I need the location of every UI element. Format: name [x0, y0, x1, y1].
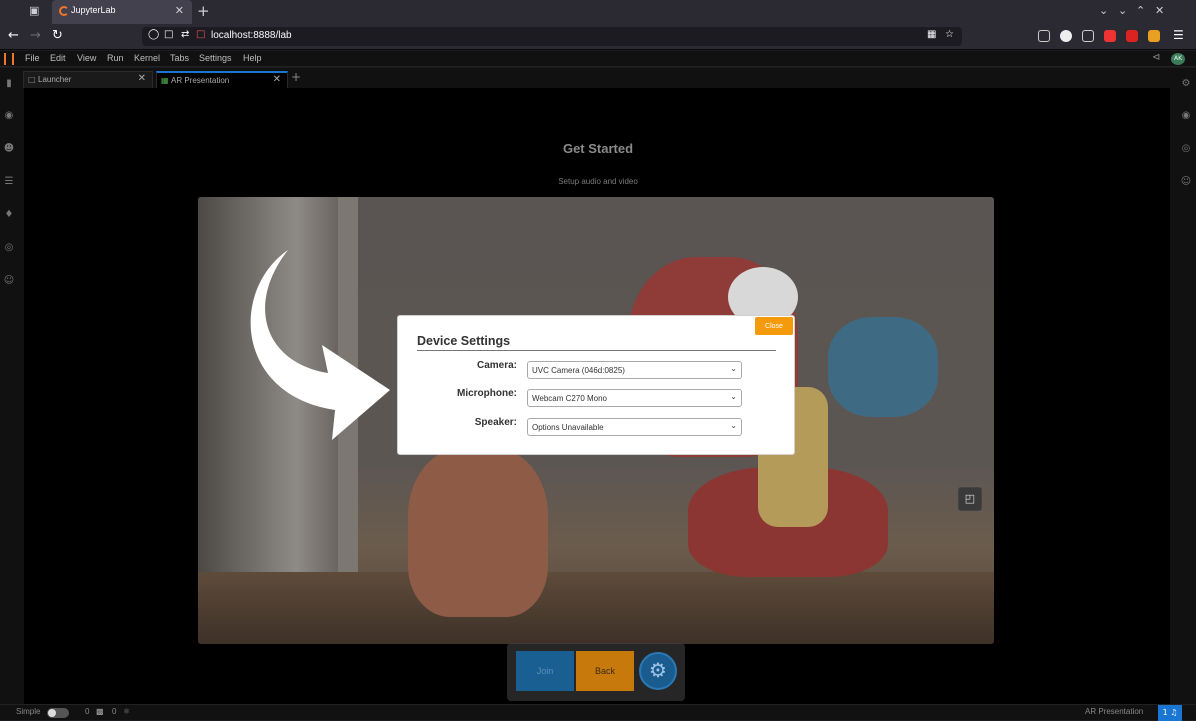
ar-presentation-icon: ▦: [161, 76, 169, 85]
jupyterlab-menubar: File Edit View Run Kernel Tabs Settings …: [0, 51, 1196, 67]
settings-gear-button[interactable]: ⚙: [639, 652, 677, 690]
camera-in-use-icon[interactable]: □: [196, 29, 205, 40]
pocket-icon[interactable]: [1038, 30, 1050, 42]
bookmark-star-icon[interactable]: ☆: [945, 29, 954, 40]
presentation-controls: Join Back ⚙: [507, 643, 685, 701]
notifications-button[interactable]: 1 ♫: [1158, 705, 1182, 721]
tab-launcher-label: Launcher: [38, 75, 72, 84]
ar-scan-icon[interactable]: ◎: [2, 242, 16, 253]
preview-clay-figure: [408, 447, 548, 617]
device-settings-dialog: Close Device Settings Camera: UVC Camera…: [397, 315, 795, 455]
bell-icon: ♫: [1170, 708, 1178, 717]
kernel-count[interactable]: 0: [112, 707, 116, 716]
window-close-icon[interactable]: ✕: [1155, 4, 1164, 17]
browser-tabstrip: ▣ JupyterLab ✕ + ⌄ ⌄ ⌃ ✕: [0, 0, 1196, 24]
speaker-select-value: Options Unavailable: [532, 423, 604, 432]
running-sessions-icon[interactable]: ◉: [2, 110, 16, 121]
microphone-select-value: Webcam C270 Mono: [532, 394, 607, 403]
dialog-divider: [417, 350, 776, 351]
menu-help[interactable]: Help: [243, 53, 262, 63]
browser-navbar: ← → ↻ ◯ □ ⇄ □ localhost:8888/lab ▦ ☆ ☰: [0, 24, 1196, 50]
chevron-down-icon: ⌄: [730, 392, 737, 401]
reader-view-icon[interactable]: ▦: [927, 29, 936, 40]
menu-edit[interactable]: Edit: [50, 53, 66, 63]
preview-blue-head: [828, 317, 938, 417]
extensions-icon[interactable]: [1082, 30, 1094, 42]
menu-tabs[interactable]: Tabs: [170, 53, 189, 63]
picture-in-picture-button[interactable]: ◰: [958, 487, 982, 511]
extension-manager-icon[interactable]: ♦: [2, 209, 16, 220]
user-icon[interactable]: ☺: [2, 275, 16, 286]
new-tab-icon[interactable]: +: [197, 2, 210, 20]
microphone-select[interactable]: Webcam C270 Mono ⌄: [527, 389, 742, 407]
file-browser-icon[interactable]: ▮: [2, 78, 16, 89]
browser-tab-title: JupyterLab: [71, 5, 116, 15]
speaker-label: Speaker:: [474, 417, 517, 428]
jupyter-favicon-icon: [59, 6, 69, 16]
extension-b-icon[interactable]: [1060, 30, 1072, 42]
browser-tab-jupyterlab[interactable]: JupyterLab ✕: [52, 0, 192, 24]
menu-settings[interactable]: Settings: [199, 53, 232, 63]
forward-icon[interactable]: →: [30, 28, 41, 43]
reload-icon[interactable]: ↻: [52, 28, 63, 43]
permissions-icon[interactable]: ⇄: [181, 29, 189, 40]
close-launcher-icon[interactable]: ✕: [138, 73, 146, 84]
share-icon[interactable]: ⊲: [1152, 52, 1160, 63]
minimize-icon[interactable]: ⌄: [1118, 4, 1127, 17]
tab-ar-presentation-label: AR Presentation: [171, 76, 230, 85]
join-button[interactable]: Join: [516, 651, 574, 691]
jupyter-logo-icon: [4, 53, 14, 65]
url-bar[interactable]: ◯ □ ⇄ □ localhost:8888/lab ▦ ☆: [142, 27, 962, 46]
menu-kernel[interactable]: Kernel: [134, 53, 160, 63]
debugger-icon[interactable]: ◉: [1179, 110, 1193, 121]
chevron-down-icon: ⌄: [730, 364, 737, 373]
simple-mode-label: Simple: [16, 707, 41, 716]
property-inspector-icon[interactable]: ⚙: [1179, 78, 1193, 89]
close-ar-presentation-icon[interactable]: ✕: [273, 74, 281, 85]
right-sidebar: ⚙ ◉ ◎ ☺: [1176, 68, 1196, 704]
dialog-title: Device Settings: [417, 334, 511, 348]
youtube-ext-icon[interactable]: [1104, 30, 1116, 42]
document-tabbar: □ Launcher ✕ ▦ AR Presentation ✕ +: [18, 68, 1176, 88]
page-icon[interactable]: □: [164, 29, 173, 40]
page-title: Get Started: [562, 141, 634, 156]
hamburger-menu-icon[interactable]: ☰: [1173, 28, 1184, 42]
speaker-select[interactable]: Options Unavailable ⌄: [527, 418, 742, 436]
camera-label: Camera:: [476, 360, 517, 371]
camera-select[interactable]: UVC Camera (046d:0825) ⌄: [527, 361, 742, 379]
user-avatar[interactable]: AK: [1171, 53, 1185, 65]
left-sidebar: ▮ ◉ ☻ ☰ ♦ ◎ ☺: [0, 68, 18, 704]
back-button[interactable]: Back: [576, 651, 634, 691]
camera-select-value: UVC Camera (046d:0825): [532, 366, 625, 375]
curved-arrow-icon: [250, 250, 390, 440]
notification-count: 1: [1162, 708, 1168, 717]
terminal-icon: ▩: [96, 707, 104, 716]
tab-overview-icon[interactable]: ▣: [29, 4, 43, 18]
new-launcher-icon[interactable]: +: [291, 70, 301, 84]
list-all-tabs-icon[interactable]: ⌄: [1099, 4, 1108, 17]
page-subtitle: Setup audio and video: [558, 177, 638, 186]
preview-floor: [198, 572, 994, 644]
maximize-icon[interactable]: ⌃: [1136, 4, 1145, 17]
close-tab-icon[interactable]: ✕: [175, 4, 184, 17]
menu-run[interactable]: Run: [107, 53, 124, 63]
url-text: localhost:8888/lab: [211, 30, 292, 41]
tab-ar-presentation[interactable]: ▦ AR Presentation ✕: [156, 71, 288, 88]
tab-launcher[interactable]: □ Launcher ✕: [23, 71, 153, 88]
close-button[interactable]: Close: [755, 317, 793, 335]
launcher-icon: □: [28, 75, 36, 84]
globe-icon[interactable]: ⚛: [123, 707, 130, 716]
status-document-name: AR Presentation: [1085, 707, 1144, 716]
terminal-count[interactable]: 0: [85, 707, 89, 716]
simple-mode-toggle[interactable]: [47, 708, 69, 718]
extension-badge-icon[interactable]: [1148, 30, 1160, 42]
shield-icon[interactable]: ◯: [148, 29, 159, 40]
back-icon[interactable]: ←: [8, 28, 19, 43]
microphone-label: Microphone:: [457, 388, 517, 399]
status-bar: Simple 0 ▩ 0 ⚛ AR Presentation 1 ♫: [0, 704, 1196, 721]
menu-file[interactable]: File: [25, 53, 40, 63]
ublock-icon[interactable]: [1126, 30, 1138, 42]
chevron-down-icon: ⌄: [730, 421, 737, 430]
menu-view[interactable]: View: [77, 53, 96, 63]
